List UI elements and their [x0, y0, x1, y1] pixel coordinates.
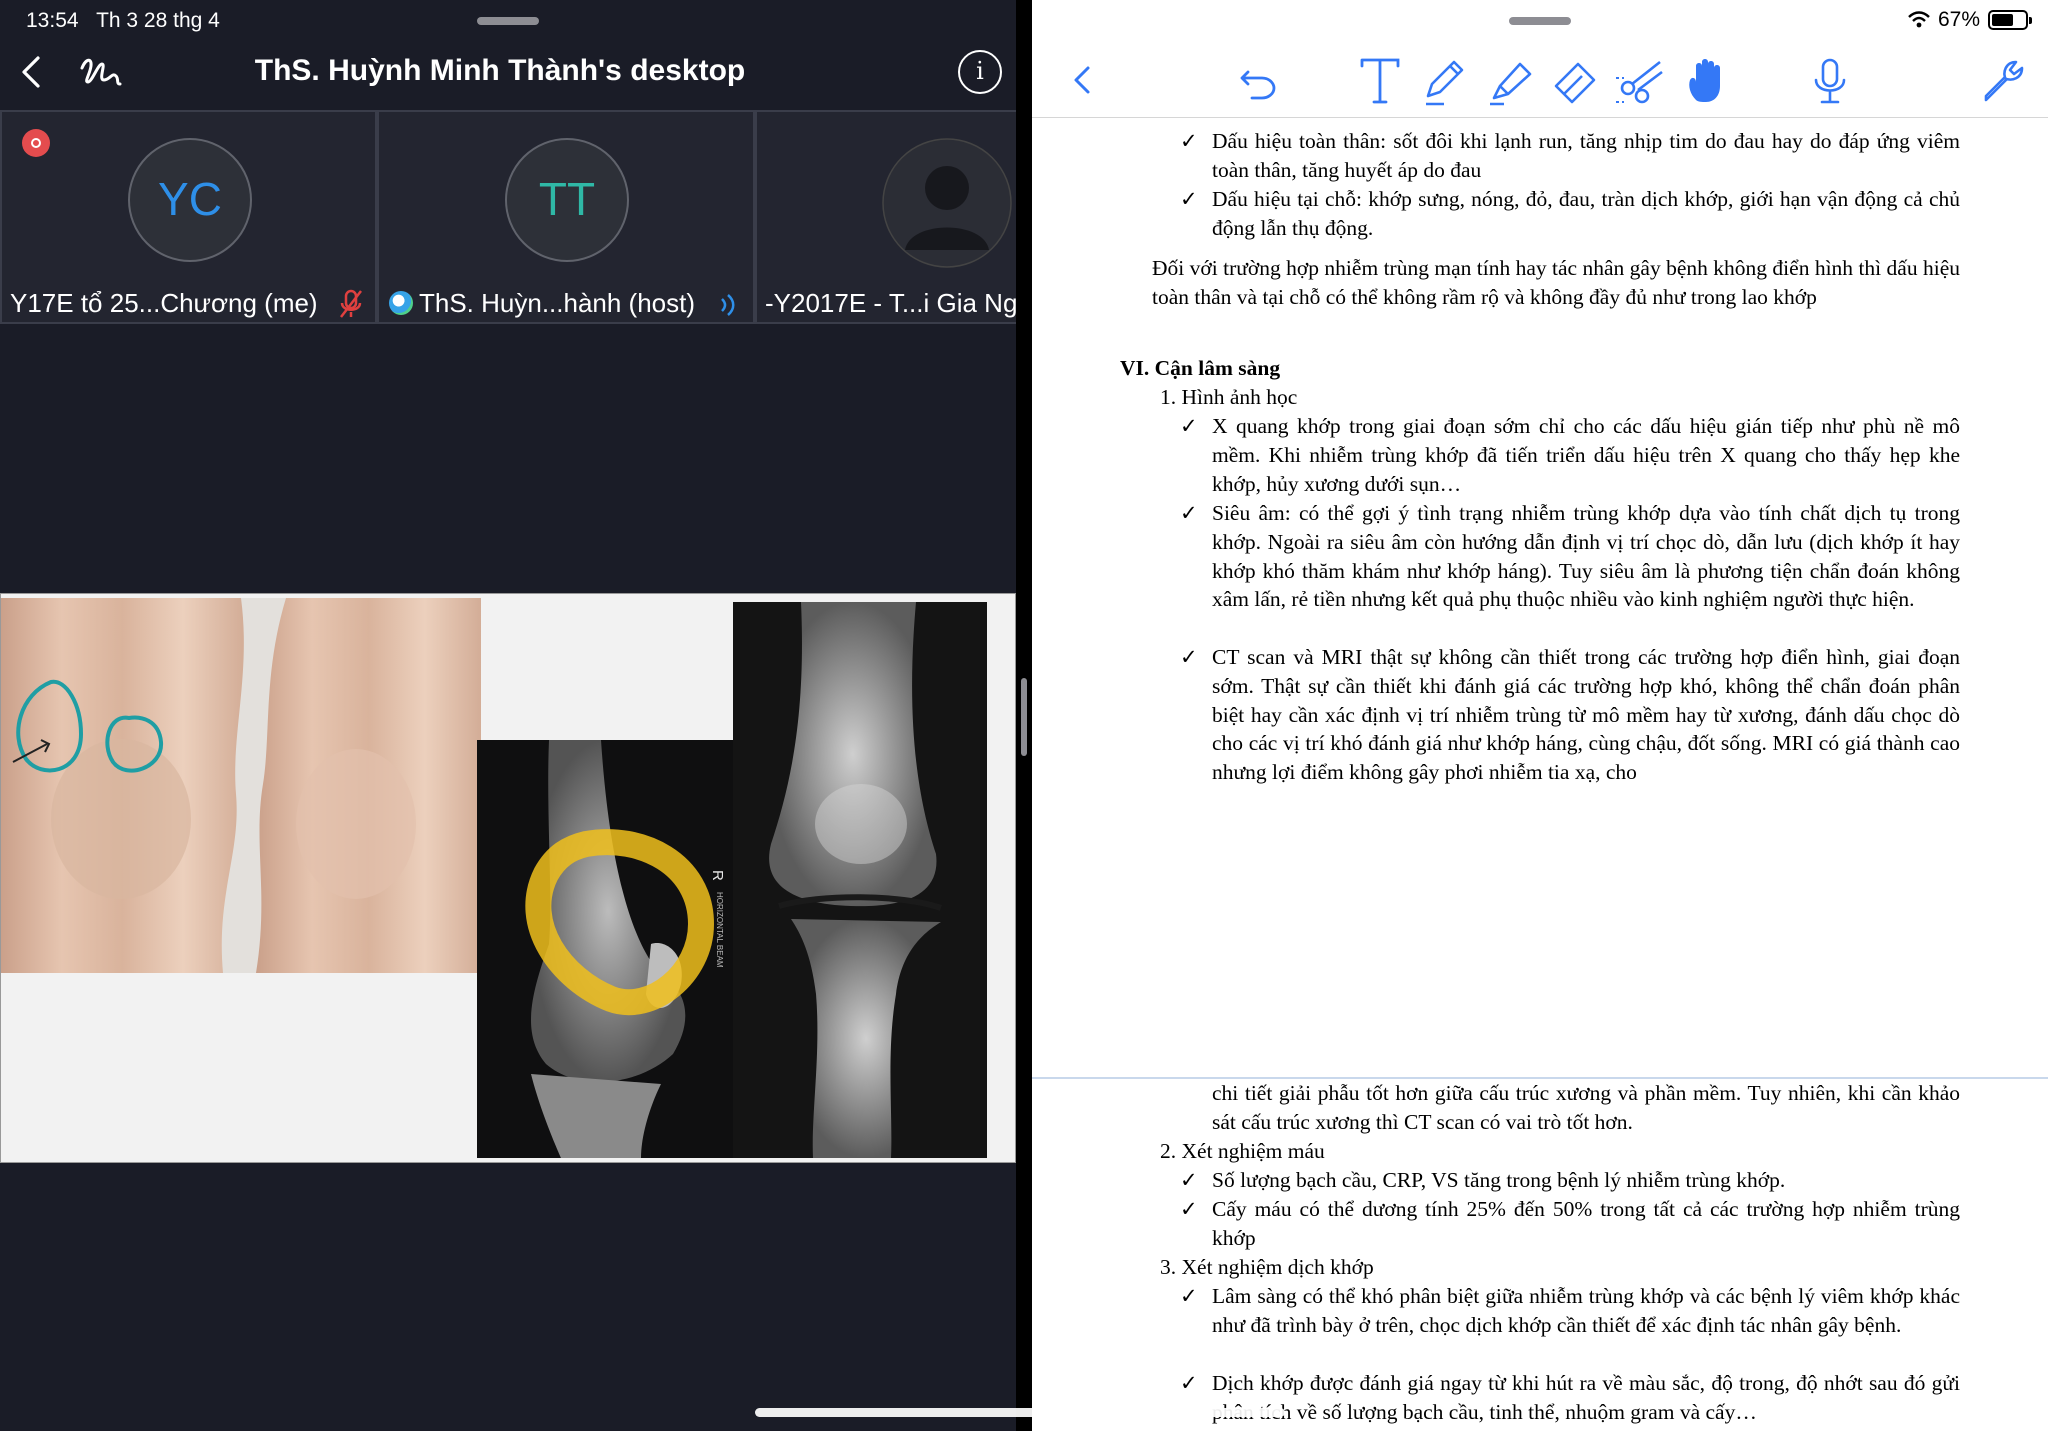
recording-icon: [22, 129, 50, 157]
eraser-icon[interactable]: [1546, 50, 1606, 110]
paragraph: Đối với trường hợp nhiễm trùng mạn tính …: [1152, 256, 1960, 309]
bullet-text: Số lượng bạch cầu, CRP, VS tăng trong bệ…: [1212, 1168, 1786, 1192]
bullet-text: Dịch khớp được đánh giá ngay từ khi hút …: [1212, 1371, 1960, 1424]
xray-marker: R: [709, 870, 726, 881]
default-avatar-icon: [882, 138, 1012, 268]
back-icon[interactable]: [14, 52, 50, 92]
microphone-icon[interactable]: [1800, 50, 1860, 110]
zoom-pane: 13:54 Th 3 28 thg 4 ThS. Huỳnh Minh Thàn…: [0, 0, 1016, 1431]
bullet-text: X quang khớp trong giai đoạn sớm chỉ cho…: [1212, 414, 1960, 496]
highlighter-icon[interactable]: [1480, 50, 1540, 110]
info-button[interactable]: i: [958, 50, 1002, 94]
bullet-text: chi tiết giải phẫu tốt hơn giữa cấu trúc…: [1212, 1081, 1960, 1134]
participant-tile-host[interactable]: TT ThS. Huỳn...hành (host): [377, 110, 755, 324]
check-bullet: ✓: [1180, 1168, 1198, 1192]
subsection-heading: 1. Hình ảnh học: [1160, 385, 1298, 409]
host-logo-icon: [389, 291, 413, 315]
shared-slide-image: R HORIZONTAL BEAM: [1, 594, 1015, 1162]
pen-icon[interactable]: [1414, 50, 1474, 110]
wrench-icon[interactable]: [1972, 50, 2032, 110]
participant-tile[interactable]: -Y2017E - T...i Gia Nguyên: [755, 110, 1016, 324]
back-icon[interactable]: [1052, 50, 1112, 110]
status-time: 13:54: [26, 9, 79, 32]
check-bullet: ✓: [1180, 1197, 1198, 1221]
annotate-icon[interactable]: [76, 50, 124, 94]
participant-name-row: ThS. Huỳn...hành (host): [389, 288, 695, 319]
speaking-icon: [721, 294, 735, 316]
bullet-text: Cấy máu có thể dương tính 25% đến 50% tr…: [1212, 1197, 1960, 1250]
participant-name: Y17E tổ 25...Chương (me): [10, 288, 318, 318]
status-right: 67%: [1908, 8, 2032, 32]
status-date: Th 3 28 thg 4: [96, 9, 220, 32]
participant-tile-me[interactable]: YC Y17E tổ 25...Chương (me): [0, 110, 377, 324]
participant-name: -Y2017E - T...i Gia Nguyên: [765, 288, 1016, 318]
check-bullet: ✓: [1180, 414, 1198, 438]
battery-icon: [1988, 10, 2032, 30]
check-bullet: ✓: [1180, 1284, 1198, 1308]
section-heading: VI. Cận lâm sàng: [1120, 356, 1281, 380]
subsection-heading: 2. Xét nghiệm máu: [1160, 1139, 1325, 1163]
reader-pane: 67% ✓ Dấu hiệu toàn thân: sốt đôi khi lạ…: [1032, 0, 2048, 1431]
xray-caption: HORIZONTAL BEAM: [715, 892, 724, 968]
subsection-heading: 3. Xét nghiệm dịch khớp: [1160, 1255, 1374, 1279]
check-bullet: ✓: [1180, 645, 1198, 669]
avatar: YC: [128, 138, 252, 262]
check-bullet: ✓: [1180, 1371, 1198, 1395]
participant-strip: YC Y17E tổ 25...Chương (me) TT ThS. Huỳn…: [0, 110, 1016, 324]
divider-handle[interactable]: [1021, 678, 1027, 756]
multitasking-grabber[interactable]: [1509, 17, 1571, 25]
wifi-icon: [1908, 11, 1930, 28]
muted-mic-icon: [340, 289, 362, 318]
bullet-text: Lâm sàng có thể khó phân biệt giữa nhiễm…: [1212, 1284, 1960, 1337]
shared-screen[interactable]: R HORIZONTAL BEAM: [0, 593, 1016, 1163]
annotation-toolbar: [1032, 44, 2048, 118]
check-bullet: ✓: [1180, 501, 1198, 525]
bullet-text: CT scan và MRI thật sự không cần thiết t…: [1212, 645, 1960, 785]
battery-percent: 67%: [1937, 8, 1980, 31]
scissors-icon[interactable]: [1612, 50, 1672, 110]
bullet-text: Siêu âm: có thể gợi ý tình trạng nhiễm t…: [1212, 501, 1960, 612]
undo-icon[interactable]: [1228, 50, 1288, 110]
check-bullet: ✓: [1180, 187, 1198, 211]
home-indicator[interactable]: [755, 1408, 1285, 1417]
avatar: TT: [505, 138, 629, 262]
bullet-text: Dấu hiệu toàn thân: sốt đôi khi lạnh run…: [1212, 129, 1960, 182]
meeting-title: ThS. Huỳnh Minh Thành's desktop: [254, 54, 746, 87]
split-view-divider[interactable]: [1016, 0, 1032, 1431]
check-bullet: ✓: [1180, 129, 1198, 153]
bullet-text: Dấu hiệu tại chỗ: khớp sưng, nóng, đỏ, đ…: [1212, 187, 1960, 240]
participant-name: ThS. Huỳn...hành (host): [419, 288, 696, 318]
status-time-date: 13:54 Th 3 28 thg 4: [26, 9, 220, 33]
pdf-document[interactable]: ✓ Dấu hiệu toàn thân: sốt đôi khi lạnh r…: [1032, 119, 2048, 1431]
hand-icon[interactable]: [1678, 50, 1738, 110]
multitasking-grabber[interactable]: [477, 17, 539, 25]
text-icon[interactable]: [1350, 50, 1410, 110]
